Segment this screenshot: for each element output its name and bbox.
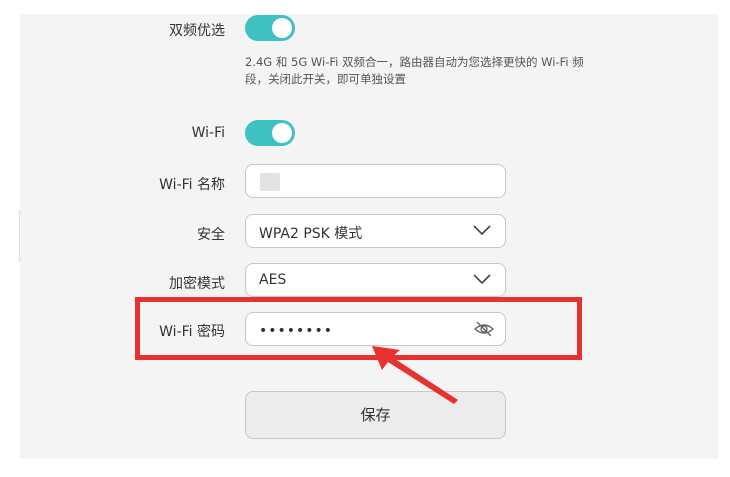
security-label: 安全 <box>197 227 225 243</box>
security-value: WPA2 PSK 模式 <box>259 226 363 242</box>
wifi-toggle[interactable] <box>245 120 295 146</box>
dual-band-toggle[interactable] <box>245 15 295 41</box>
highlight-box <box>135 297 582 360</box>
security-select[interactable]: WPA2 PSK 模式 <box>245 214 506 248</box>
red-arrow-annotation <box>372 346 458 404</box>
toggle-knob <box>272 123 292 143</box>
chevron-down-icon <box>473 225 491 236</box>
dual-band-hint: 2.4G 和 5G Wi-Fi 双频合一，路由器自动为您选择更快的 Wi-Fi … <box>245 55 584 86</box>
redacted-name <box>260 173 280 191</box>
dual-band-label: 双频优选 <box>169 23 225 39</box>
encryption-value: AES <box>259 272 287 288</box>
toggle-knob <box>272 18 292 38</box>
wifi-name-label: Wi-Fi 名称 <box>159 177 225 193</box>
wifi-name-input[interactable] <box>245 164 506 198</box>
encryption-select[interactable]: AES <box>245 263 506 297</box>
chevron-down-icon <box>473 274 491 285</box>
wifi-label: Wi-Fi <box>191 125 225 141</box>
encryption-label: 加密模式 <box>169 276 225 292</box>
